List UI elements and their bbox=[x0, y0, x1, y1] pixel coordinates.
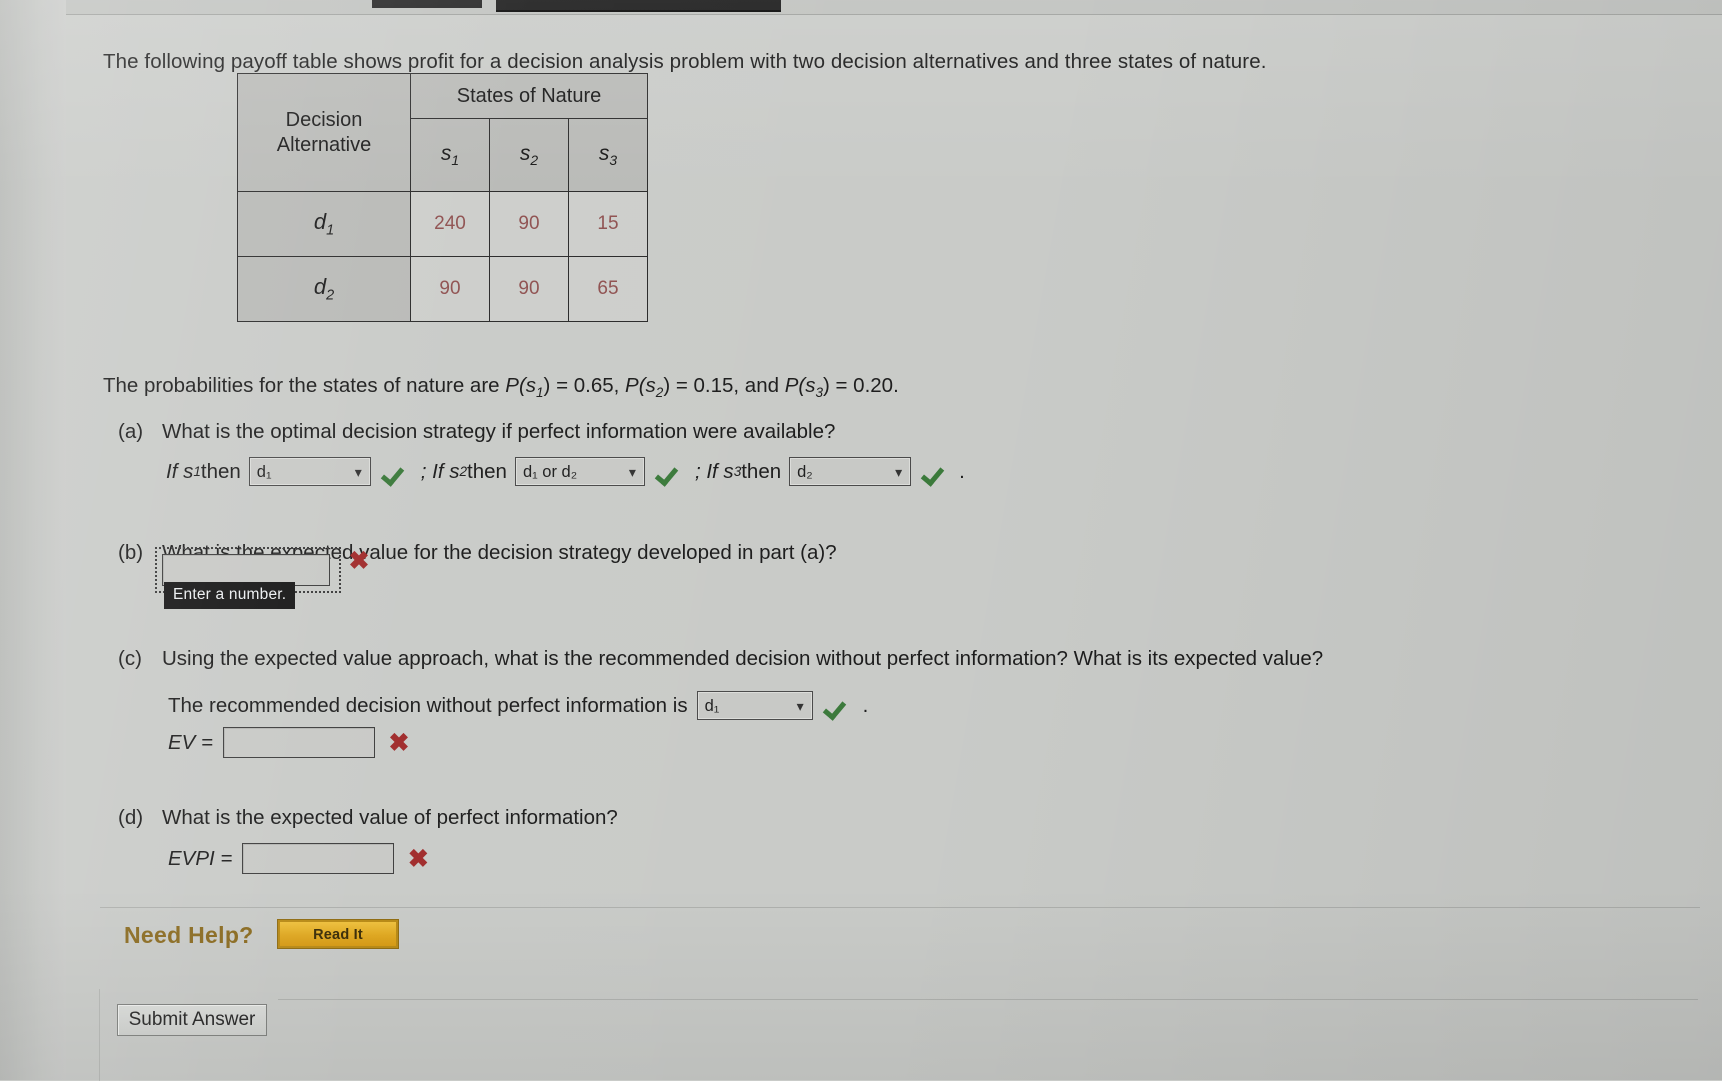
probabilities-prefix: The probabilities for the states of natu… bbox=[103, 374, 506, 397]
part-d-question: (d) What is the expected value of perfect… bbox=[118, 806, 618, 830]
left-vertical-rule bbox=[99, 989, 100, 1081]
header-state-s2: s2 bbox=[489, 118, 569, 192]
read-it-button[interactable]: Read It bbox=[277, 919, 399, 949]
check-icon-recommended-decision bbox=[825, 694, 851, 718]
part-c-ev-input[interactable] bbox=[223, 727, 376, 758]
part-a-if2-then: then bbox=[467, 459, 507, 483]
dropdown-if-s2-value: d₁ or d₂ bbox=[522, 463, 578, 481]
part-c-ev-label: EV = bbox=[168, 730, 214, 754]
part-d-evpi-input[interactable] bbox=[242, 843, 395, 874]
prob-p3-sub: 3 bbox=[815, 385, 823, 401]
check-icon-s1 bbox=[383, 460, 409, 484]
header-state-s1: s1 bbox=[410, 118, 490, 192]
header-states-of-nature: States of Nature bbox=[410, 73, 648, 119]
part-a-sep1: ; If s bbox=[420, 459, 460, 483]
divider-above-footer bbox=[100, 907, 1700, 908]
browser-tab-partial-2[interactable] bbox=[496, 0, 781, 12]
cell-d2-s2: 90 bbox=[489, 256, 569, 322]
part-c-ev-row: EV = ✖ bbox=[168, 727, 411, 758]
dropdown-recommended-decision[interactable]: d₁ ▾ bbox=[696, 691, 813, 720]
cell-d1-s3: 15 bbox=[568, 191, 648, 257]
chevron-down-icon: ▾ bbox=[354, 464, 362, 480]
probabilities-text: The probabilities for the states of natu… bbox=[103, 374, 899, 400]
cell-d2-s3: 65 bbox=[568, 256, 648, 322]
part-a-if1-prefix: If s bbox=[166, 459, 194, 483]
assignment-content: The following payoff table shows profit … bbox=[0, 14, 1722, 1081]
part-b-tooltip: Enter a number. bbox=[164, 582, 296, 609]
need-help-label: Need Help? bbox=[124, 922, 254, 948]
row-label-d1: d1 bbox=[237, 191, 411, 257]
prob-p2-value: ) = 0.15, and bbox=[663, 374, 785, 397]
part-d-evpi-row: EVPI = ✖ bbox=[168, 843, 430, 874]
chevron-down-icon: ▾ bbox=[895, 464, 903, 480]
dropdown-if-s3[interactable]: d₂ ▾ bbox=[789, 457, 912, 486]
screen-photo: The following payoff table shows profit … bbox=[0, 0, 1722, 1081]
prob-p3-name: P(s bbox=[784, 374, 816, 397]
part-a-period: . bbox=[959, 459, 965, 483]
part-a-if2-sub: 2 bbox=[459, 464, 468, 479]
part-d-label: (d) bbox=[118, 806, 144, 829]
prob-p1-name: P(s bbox=[505, 374, 537, 397]
row-label-d2: d2 bbox=[237, 256, 411, 322]
prob-p1-sub: 1 bbox=[536, 385, 544, 401]
dropdown-if-s2[interactable]: d₁ or d₂ ▾ bbox=[514, 457, 645, 486]
chevron-down-icon: ▾ bbox=[796, 698, 804, 714]
part-c-period: . bbox=[862, 693, 869, 717]
browser-top-strip bbox=[66, 0, 1722, 15]
chevron-down-icon: ▾ bbox=[628, 464, 636, 480]
table-row: d1 240 90 15 bbox=[237, 191, 648, 257]
divider-below-footer bbox=[278, 999, 1698, 1000]
part-c-question: (c) Using the expected value approach, wh… bbox=[118, 647, 1323, 671]
prob-p1-value: ) = 0.65, bbox=[543, 374, 626, 397]
payoff-table: Decision Alternative States of Nature s1… bbox=[237, 73, 648, 322]
part-c-recommend-text: The recommended decision without perfect… bbox=[168, 693, 688, 717]
dropdown-recommended-decision-value: d₁ bbox=[704, 697, 720, 715]
cross-icon-part-c: ✖ bbox=[388, 728, 410, 757]
cell-d1-s1: 240 bbox=[410, 191, 490, 257]
part-c-question-text: Using the expected value approach, what … bbox=[162, 647, 1324, 670]
part-a-question: (a) What is the optimal decision strategy… bbox=[118, 420, 835, 444]
header-decision-alternative: Decision Alternative bbox=[237, 73, 411, 192]
part-a-label: (a) bbox=[118, 420, 144, 443]
part-d-question-text: What is the expected value of perfect in… bbox=[162, 806, 618, 829]
part-c-recommendation-row: The recommended decision without perfect… bbox=[168, 691, 868, 720]
submit-answer-button[interactable]: Submit Answer bbox=[117, 1004, 267, 1036]
part-a-sep2: ; If s bbox=[694, 459, 734, 483]
prob-p2-name: P(s bbox=[625, 374, 656, 397]
cell-d1-s2: 90 bbox=[489, 191, 569, 257]
cell-d2-s1: 90 bbox=[410, 256, 490, 322]
dropdown-if-s1[interactable]: d₁ ▾ bbox=[248, 457, 371, 486]
browser-tab-partial-1[interactable] bbox=[372, 0, 482, 8]
header-state-s3: s3 bbox=[568, 118, 648, 192]
cross-icon-part-d: ✖ bbox=[407, 844, 429, 873]
part-a-if1-sub: 1 bbox=[193, 464, 201, 479]
part-a-if1-then: then bbox=[200, 459, 241, 483]
table-row: d2 90 90 65 bbox=[237, 256, 648, 322]
table-header-row-1: Decision Alternative States of Nature bbox=[237, 73, 648, 192]
header-decision-line1: Decision bbox=[285, 109, 363, 132]
cross-icon-part-b: ✖ bbox=[348, 547, 370, 575]
part-a-answer-row: If s1 then d₁ ▾ ; If s2 then d₁ or d₂ ▾ ; … bbox=[166, 457, 965, 486]
part-a-if3-sub: 3 bbox=[733, 464, 742, 479]
dropdown-if-s1-value: d₁ bbox=[256, 463, 272, 481]
prob-p3-value: ) = 0.20. bbox=[822, 374, 899, 397]
problem-intro-text: The following payoff table shows profit … bbox=[103, 50, 1267, 73]
header-decision-line2: Alternative bbox=[276, 133, 372, 156]
part-a-if3-then: then bbox=[741, 459, 782, 483]
dropdown-if-s3-value: d₂ bbox=[797, 463, 813, 481]
part-c-label: (c) bbox=[118, 647, 142, 670]
check-icon-s3 bbox=[923, 460, 949, 484]
part-a-question-text: What is the optimal decision strategy if… bbox=[162, 420, 836, 443]
check-icon-s2 bbox=[657, 460, 683, 484]
part-d-evpi-label: EVPI = bbox=[168, 846, 233, 870]
